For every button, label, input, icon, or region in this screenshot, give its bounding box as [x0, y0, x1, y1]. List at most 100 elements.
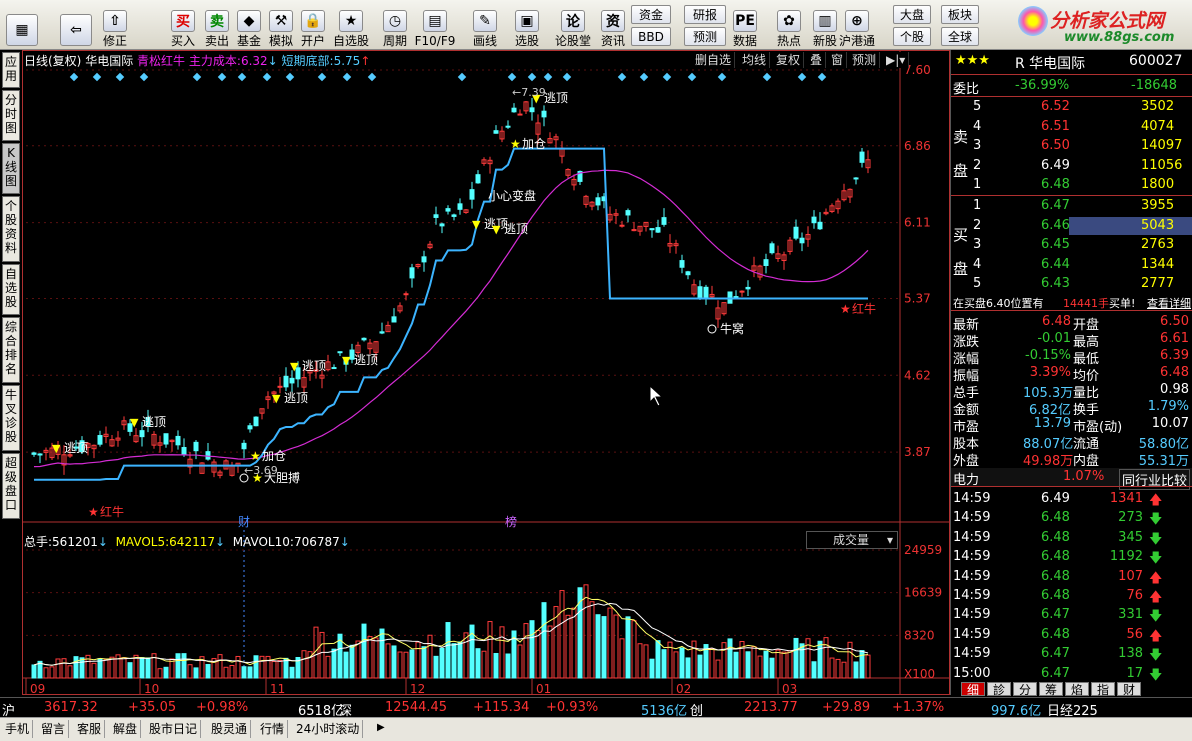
quote-tab-3[interactable]: 筹 — [1039, 682, 1063, 697]
sell-price[interactable]: 6.52 — [1041, 99, 1070, 114]
toolbar-small-button-7[interactable]: 全球 — [941, 27, 979, 46]
toolbar-button-修正[interactable]: ⇧ 修正 — [98, 2, 132, 48]
toolbar-small-button-6[interactable]: 板块 — [941, 5, 979, 24]
sell-price[interactable]: 6.51 — [1041, 119, 1070, 134]
signal-diamond — [617, 72, 627, 82]
volume-bar — [229, 665, 235, 679]
cy-index[interactable]: 2213.77 — [744, 700, 798, 715]
quote-tab-1[interactable]: 診 — [987, 682, 1011, 697]
sh-change: +35.05 — [128, 700, 177, 715]
quote-tab-4[interactable]: 焰 — [1065, 682, 1089, 697]
toolbar-button-模拟[interactable]: ⚒ 模拟 — [264, 2, 298, 48]
price-tick-label: 6.86 — [904, 139, 931, 153]
toolbar-small-button-2[interactable]: 研报 — [684, 5, 726, 24]
level-number: 4 — [973, 256, 982, 272]
bottom-link-6[interactable]: 行情 — [257, 720, 289, 738]
bottom-link-4[interactable]: 股市日记 — [146, 720, 202, 738]
side-tab-6[interactable]: 牛叉诊股 — [2, 385, 20, 451]
volume-header: 总手:561201↓ MAVOL5:642117↓ MAVOL10:706787… — [24, 535, 350, 549]
side-tab-0[interactable]: 应用 — [2, 52, 20, 88]
toolbar-button-画线[interactable]: ✎ 画线 — [468, 2, 502, 48]
toolbar-button-开户[interactable]: 🔒 开户 — [296, 2, 330, 48]
sz-index[interactable]: 12544.45 — [385, 700, 447, 715]
stock-title[interactable]: R 华电国际 — [1015, 53, 1085, 73]
bottom-link-7[interactable]: 24小时滚动 — [293, 720, 364, 738]
quote-tab-5[interactable]: 指 — [1091, 682, 1115, 697]
kline-chart-canvas[interactable]: 7.606.866.115.374.623.87▼ 逃顶▼ 逃顶▼ 逃顶 ▼ 逃顶▼ 逃顶▼… — [22, 50, 950, 695]
candle-body — [517, 113, 523, 116]
volume-selector[interactable]: 成交量 ▾ — [806, 531, 898, 549]
sell-price[interactable]: 6.50 — [1041, 138, 1070, 153]
toolbar-button-选股[interactable]: ▣ 选股 — [510, 2, 544, 48]
bottom-link-5[interactable]: 股灵通 — [208, 720, 252, 738]
buy-price[interactable]: 6.47 — [1041, 198, 1070, 213]
tick-row: 15:00 6.47 17 🡇 — [951, 665, 1192, 683]
quote-tab-2[interactable]: 分 — [1013, 682, 1037, 697]
toolbar-button-沪港通[interactable]: ⊕ 沪港通 — [839, 2, 875, 48]
volume-bar — [349, 644, 355, 679]
sell-price[interactable]: 6.48 — [1041, 177, 1070, 192]
side-tab-5[interactable]: 综合排名 — [2, 317, 20, 383]
buy-price[interactable]: 6.43 — [1041, 276, 1070, 291]
buy-price[interactable]: 6.44 — [1041, 257, 1070, 272]
finance-mark[interactable]: 财 — [238, 515, 250, 529]
wei-value: -36.99% — [1015, 78, 1070, 93]
stat-row: 涨跌 -0.01 最高 6.61 — [951, 330, 1192, 350]
toolbar-button-热点[interactable]: ✿ 热点 — [772, 2, 806, 48]
stat-row: 市盈 13.79 市盈(动) 10.07 — [951, 415, 1192, 435]
side-tab-4[interactable]: 自选股 — [2, 264, 20, 315]
toolbar-small-button-4[interactable]: 大盘 — [893, 5, 931, 24]
volume-tick-label: X100 — [904, 667, 935, 681]
stat-row: 涨幅 -0.15% 最低 6.39 — [951, 347, 1192, 367]
toolbar-button-back-arrow[interactable]: ⇦ — [58, 2, 94, 48]
toolbar-small-button-0[interactable]: 资金 — [631, 5, 671, 24]
list-mark[interactable]: 榜 — [505, 514, 517, 529]
bottom-link-2[interactable]: 客服 — [74, 720, 106, 738]
chart-tool-4[interactable]: 窗 — [828, 52, 848, 68]
buy-price[interactable]: 6.45 — [1041, 237, 1070, 252]
scroll-arrow-icon[interactable]: ▶ — [377, 722, 385, 733]
notice-link[interactable]: 查看详细 — [1147, 295, 1191, 311]
level-number: 2 — [973, 157, 982, 173]
toolbar-small-button-1[interactable]: BBD — [631, 27, 671, 46]
side-tab-1[interactable]: 分时图 — [2, 90, 20, 141]
chart-tool-arrow-icon[interactable]: ▶|▾ — [883, 52, 910, 68]
toolbar-button-自选股[interactable]: ★ 自选股 — [333, 2, 369, 48]
quote-tab-6[interactable]: 财 — [1117, 682, 1141, 697]
chart-tool-5[interactable]: 预测 — [849, 52, 881, 68]
toolbar-button-基金[interactable]: ◆ 基金 — [232, 2, 266, 48]
buy-price[interactable]: 6.46 — [1041, 218, 1070, 233]
sh-index[interactable]: 3617.32 — [44, 700, 98, 715]
volume-bar — [661, 649, 667, 679]
toolbar-button-周期[interactable]: ◷ 周期 — [378, 2, 412, 48]
chart-tool-2[interactable]: 复权 — [773, 52, 805, 68]
toolbar-button-数据[interactable]: PE 数据 — [728, 2, 762, 48]
volume-bar — [433, 655, 439, 679]
toolbar-button-F10/F9[interactable]: ▤ F10/F9 — [415, 2, 455, 48]
toolbar-button-买入[interactable]: 买买入 — [166, 2, 200, 48]
chart-tool-3[interactable]: 叠 — [807, 52, 827, 68]
toolbar-small-button-3[interactable]: 预测 — [684, 27, 726, 46]
chart-tool-0[interactable]: 删自选 — [692, 52, 736, 68]
toolbar-button-论股堂[interactable]: 论论股堂 — [555, 2, 591, 48]
side-tab-label: 自选股 — [4, 267, 17, 309]
bottom-link-0[interactable]: 手机 — [2, 720, 34, 738]
dropdown-arrow-icon: ▾ — [886, 533, 893, 547]
side-tab-3[interactable]: 个股资料 — [2, 196, 20, 262]
toolbar-button-label: 数据 — [732, 34, 757, 48]
toolbar-small-button-5[interactable]: 个股 — [893, 27, 931, 46]
signal-diamond — [662, 72, 672, 82]
side-tab-7[interactable]: 超级盘口 — [2, 453, 20, 519]
side-tab-2[interactable]: K线图 — [2, 143, 20, 194]
sell-price[interactable]: 6.49 — [1041, 158, 1070, 173]
chart-tool-1[interactable]: 均线 — [739, 52, 771, 68]
pen-icon: ✎ — [473, 10, 497, 32]
quote-tab-0[interactable]: 细 — [961, 682, 985, 697]
volume-bar — [517, 644, 523, 679]
toolbar-button-资讯[interactable]: 资资讯 — [596, 2, 630, 48]
bottom-link-1[interactable]: 留言 — [38, 720, 70, 738]
toolbar-button-新股[interactable]: ▥ 新股 — [808, 2, 842, 48]
toolbar-button-app-grid[interactable]: ▦ — [4, 2, 40, 48]
bottom-link-3[interactable]: 解盘 — [110, 720, 142, 738]
toolbar-button-卖出[interactable]: 卖卖出 — [200, 2, 234, 48]
